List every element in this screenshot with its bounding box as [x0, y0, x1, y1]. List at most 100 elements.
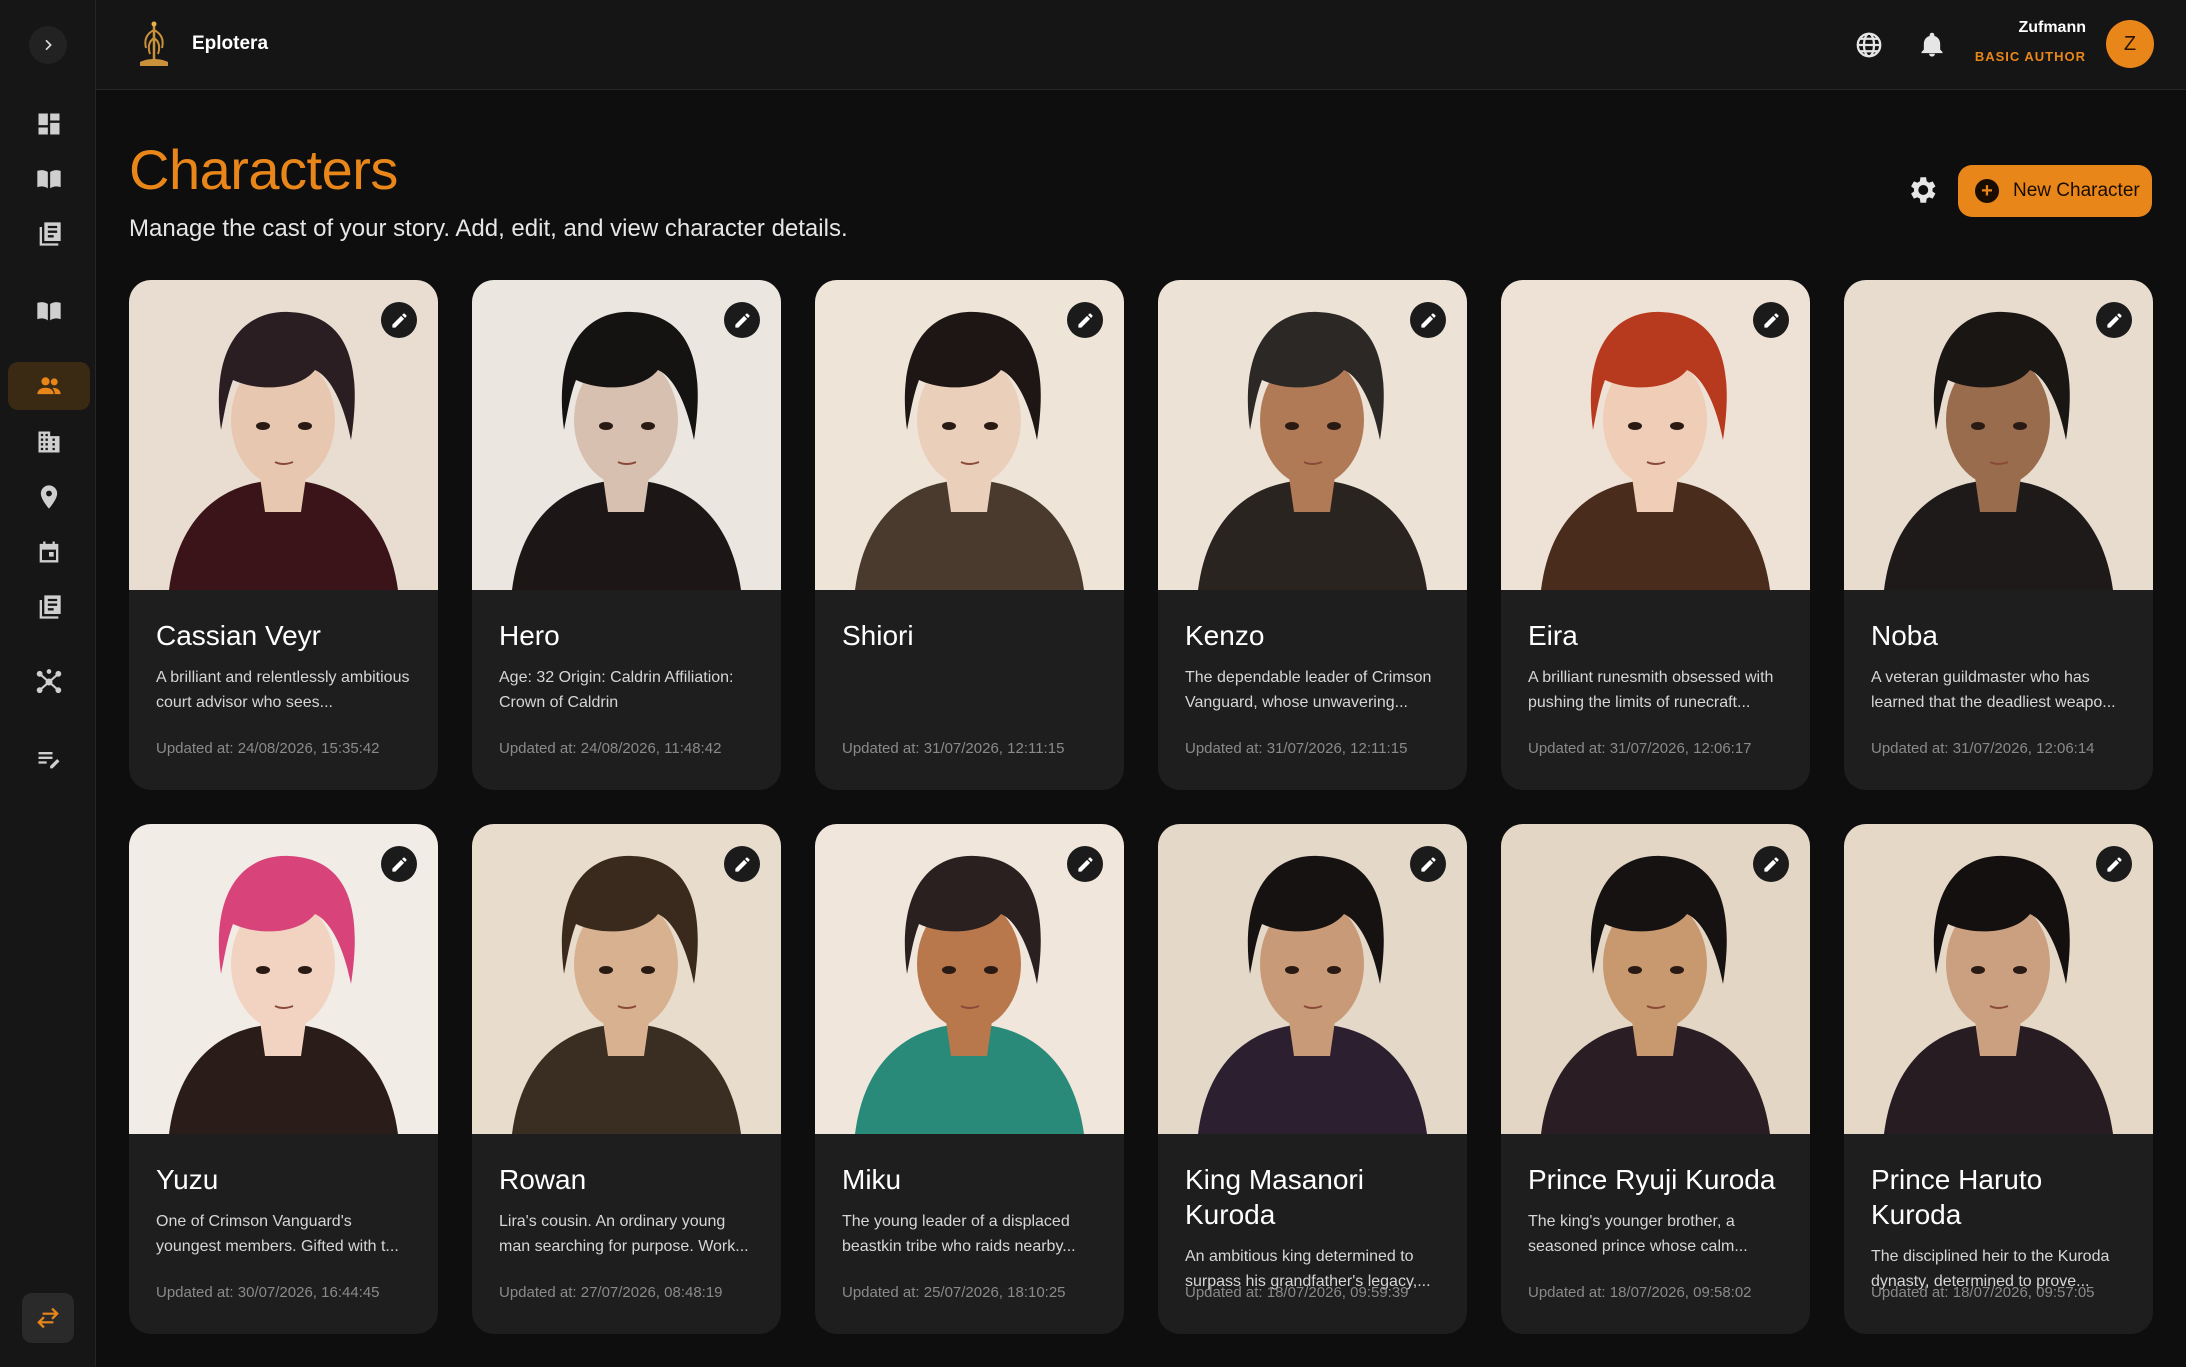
globe-icon[interactable] — [1854, 30, 1884, 60]
pencil-icon — [734, 312, 750, 328]
gear-icon[interactable] — [1905, 173, 1939, 207]
edit-character-button[interactable] — [1067, 846, 1103, 882]
character-name: Miku — [842, 1164, 902, 1195]
pencil-icon — [1420, 856, 1436, 872]
character-portrait — [1844, 824, 2153, 1134]
dashboard-icon — [38, 113, 60, 135]
sidebar-item-dashboard[interactable] — [8, 100, 90, 148]
network-icon — [36, 669, 62, 694]
brand-name: Eplotera — [192, 33, 269, 54]
book-icon — [37, 302, 61, 321]
character-card[interactable]: Hero Age: 32 Origin: Caldrin Affiliation… — [472, 280, 781, 790]
characters-icon — [37, 377, 61, 395]
character-grid: Cassian Veyr A brilliant and relentlessl… — [129, 280, 2153, 1334]
character-portrait — [1844, 280, 2153, 590]
chevron-right-icon — [45, 39, 52, 51]
character-updated-at: Updated at: 24/08/2026, 11:48:42 — [499, 740, 722, 757]
character-card-body: Hero Age: 32 Origin: Caldrin Affiliation… — [499, 618, 759, 715]
avatar[interactable]: Z — [2106, 20, 2154, 68]
topbar: Eplotera Zufmann BASIC AUTHOR Z — [96, 0, 2186, 90]
new-character-button[interactable]: + New Character — [1958, 165, 2152, 217]
new-character-label: New Character — [2013, 180, 2140, 201]
sidebar-expand-button[interactable] — [29, 26, 67, 64]
pencil-icon — [2106, 312, 2122, 328]
character-card[interactable]: Noba A veteran guildmaster who has learn… — [1844, 280, 2153, 790]
character-description: A brilliant and relentlessly ambitious c… — [156, 669, 410, 711]
pencil-icon — [1077, 856, 1093, 872]
plus-icon: + — [1975, 179, 1999, 203]
edit-character-button[interactable] — [1067, 302, 1103, 338]
character-name: Noba — [1871, 620, 1938, 651]
edit-character-button[interactable] — [1753, 846, 1789, 882]
character-card[interactable]: Kenzo The dependable leader of Crimson V… — [1158, 280, 1467, 790]
edit-character-button[interactable] — [1753, 302, 1789, 338]
pencil-icon — [1420, 312, 1436, 328]
eplotera-logo-icon[interactable] — [134, 18, 174, 72]
character-name: Yuzu — [156, 1164, 219, 1195]
switch-project-button[interactable] — [22, 1293, 74, 1343]
character-portrait — [815, 824, 1124, 1134]
character-card[interactable]: Yuzu One of Crimson Vanguard's youngest … — [129, 824, 438, 1334]
pencil-icon — [391, 856, 407, 872]
character-card-body: Noba A veteran guildmaster who has learn… — [1871, 618, 2131, 715]
character-portrait — [1158, 280, 1467, 590]
sidebar-item-library[interactable] — [8, 210, 90, 258]
character-card-body: Miku The young leader of a displaced bea… — [842, 1162, 1102, 1259]
sidebar-item-drafts[interactable] — [8, 735, 90, 783]
edit-character-button[interactable] — [724, 846, 760, 882]
sidebar — [0, 0, 96, 1367]
character-card-body: Cassian Veyr A brilliant and relentlessl… — [156, 618, 416, 715]
character-updated-at: Updated at: 25/07/2026, 18:10:25 — [842, 1284, 1066, 1301]
character-card[interactable]: Prince Ryuji Kuroda The king's younger b… — [1501, 824, 1810, 1334]
character-card-body: Shiori — [842, 618, 1102, 715]
edit-character-button[interactable] — [2096, 302, 2132, 338]
character-card[interactable]: Eira A brilliant runesmith obsessed with… — [1501, 280, 1810, 790]
character-portrait — [129, 280, 438, 590]
character-card[interactable]: Rowan Lira's cousin. An ordinary young m… — [472, 824, 781, 1334]
character-card[interactable]: Shiori Updated at: 31/07/2026, 12:11:15 — [815, 280, 1124, 790]
edit-character-button[interactable] — [2096, 846, 2132, 882]
edit-character-button[interactable] — [724, 302, 760, 338]
sidebar-item-timeline[interactable] — [8, 528, 90, 576]
character-card-body: King Masanori Kuroda An ambitious king d… — [1185, 1162, 1445, 1294]
character-name: Shiori — [842, 620, 914, 651]
sidebar-item-locations[interactable] — [8, 473, 90, 521]
edit-character-button[interactable] — [381, 846, 417, 882]
character-card[interactable]: Prince Haruto Kuroda The disciplined hei… — [1844, 824, 2153, 1334]
edit-list-icon — [38, 752, 60, 769]
character-updated-at: Updated at: 31/07/2026, 12:06:17 — [1528, 740, 1752, 757]
sidebar-item-chapters[interactable] — [8, 287, 90, 335]
character-card-body: Eira A brilliant runesmith obsessed with… — [1528, 618, 1788, 715]
sidebar-item-characters[interactable] — [8, 362, 90, 410]
character-card-body: Prince Ryuji Kuroda The king's younger b… — [1528, 1162, 1788, 1259]
swap-icon — [37, 1307, 59, 1329]
character-card[interactable]: King Masanori Kuroda An ambitious king d… — [1158, 824, 1467, 1334]
sidebar-item-book[interactable] — [8, 155, 90, 203]
character-updated-at: Updated at: 18/07/2026, 09:58:02 — [1528, 1284, 1752, 1301]
sidebar-item-notes[interactable] — [8, 583, 90, 631]
character-name: Rowan — [499, 1164, 587, 1195]
character-updated-at: Updated at: 18/07/2026, 09:57:05 — [1871, 1284, 2095, 1301]
bell-icon[interactable] — [1918, 30, 1946, 60]
sidebar-item-relations[interactable] — [8, 658, 90, 706]
pencil-icon — [391, 312, 407, 328]
edit-character-button[interactable] — [1410, 302, 1446, 338]
character-name: Eira — [1528, 620, 1578, 651]
character-card[interactable]: Cassian Veyr A brilliant and relentlessl… — [129, 280, 438, 790]
user-name: Zufmann — [2018, 19, 2086, 36]
edit-character-button[interactable] — [1410, 846, 1446, 882]
character-card-body: Prince Haruto Kuroda The disciplined hei… — [1871, 1162, 2131, 1294]
character-portrait — [1501, 280, 1810, 590]
edit-character-button[interactable] — [381, 302, 417, 338]
library-icon — [39, 222, 61, 246]
character-card-body: Yuzu One of Crimson Vanguard's youngest … — [156, 1162, 416, 1259]
character-description: The king's younger brother, a seasoned p… — [1528, 1213, 1748, 1255]
sidebar-item-organizations[interactable] — [8, 418, 90, 466]
character-portrait — [129, 824, 438, 1134]
character-description: A veteran guildmaster who has learned th… — [1871, 669, 2116, 711]
building-icon — [38, 431, 60, 453]
character-description: The young leader of a displaced beastkin… — [842, 1213, 1076, 1255]
character-description: A brilliant runesmith obsessed with push… — [1528, 669, 1774, 711]
character-portrait — [472, 280, 781, 590]
character-card[interactable]: Miku The young leader of a displaced bea… — [815, 824, 1124, 1334]
